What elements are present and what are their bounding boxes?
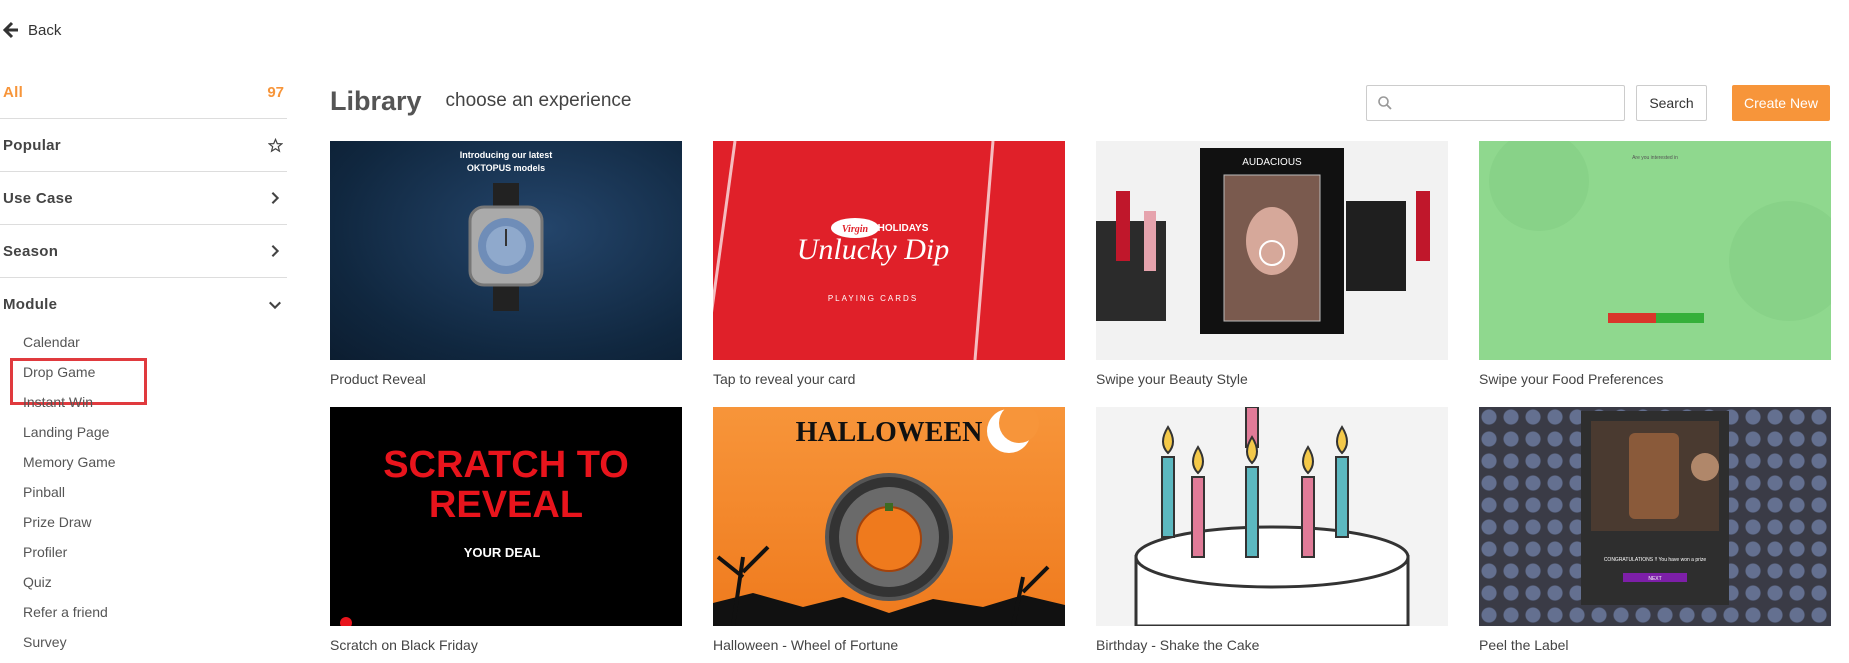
card-thumbnail: Introducing our latest OKTOPUS models [330,141,682,360]
experience-card-halloween-wheel[interactable]: HALLOWEEN Halloween - Wheel of Fortune [713,407,1065,663]
thumb-text: HALLOWEEN [796,417,983,448]
experience-card-shake-the-cake[interactable]: Birthday - Shake the Cake [1096,407,1448,663]
sidebar-item-popular[interactable]: Popular [0,119,287,172]
thumb-text: CONGRATULATIONS !! You have won a prize [1604,557,1707,563]
card-title: Peel the Label [1479,637,1569,653]
module-item-pinball[interactable]: Pinball [23,477,287,507]
card-title: Birthday - Shake the Cake [1096,637,1260,653]
experience-card-peel-the-label[interactable]: CONGRATULATIONS !! You have won a prize … [1479,407,1831,663]
card-title: Product Reveal [330,371,426,387]
back-label: Back [28,21,62,39]
experience-card-beauty-style[interactable]: AUDACIOUS Swipe your Beauty Style [1096,141,1448,407]
thumb-text: NEXT [1648,576,1661,582]
thumb-text: Are you interested in [1632,155,1678,161]
sidebar-item-label: All [3,83,24,101]
module-item-profiler[interactable]: Profiler [23,537,287,567]
sidebar-item-module[interactable]: Module [0,278,287,331]
module-item-landing-page[interactable]: Landing Page [23,417,287,447]
experience-card-tap-to-reveal[interactable]: Virgin HOLIDAYS Unlucky Dip PLAYING CARD… [713,141,1065,407]
thumb-text: OKTOPUS models [467,163,545,173]
card-title: Swipe your Beauty Style [1096,371,1248,387]
card-thumbnail: Are you interested in [1479,141,1831,360]
module-item-quiz[interactable]: Quiz [23,567,287,597]
sidebar-item-label: Season [3,242,59,260]
sidebar-item-label: Popular [3,136,61,154]
thumb-text: SCRATCH TO [383,444,629,486]
experience-card-product-reveal[interactable]: Introducing our latest OKTOPUS models Pr… [330,141,682,407]
module-item-refer-a-friend[interactable]: Refer a friend [23,597,287,627]
sidebar-item-season[interactable]: Season [0,225,287,278]
page-title: Library [330,85,422,116]
card-thumbnail: HALLOWEEN [713,407,1065,626]
chevron-right-icon [266,189,284,207]
thumb-text: REVEAL [429,484,583,526]
module-item-drop-game[interactable]: Drop Game [10,357,287,405]
experience-grid: Introducing our latest OKTOPUS models Pr… [330,141,1831,663]
search-input[interactable] [1399,88,1624,118]
card-thumbnail: CONGRATULATIONS !! You have won a prize … [1479,407,1831,626]
count-badge: 97 [267,83,284,101]
search-button[interactable]: Search [1636,85,1707,121]
sidebar: All 97 Popular Use Case Season Module Ca… [0,66,287,657]
module-item-prize-draw[interactable]: Prize Draw [23,507,287,537]
card-thumbnail: SCRATCH TO REVEAL YOUR DEAL [330,407,682,626]
card-title: Scratch on Black Friday [330,637,478,653]
search-box [1366,85,1625,121]
thumb-text: Introducing our latest [460,150,553,160]
library-main: Library choose an experience Search Crea… [330,72,1831,653]
module-list: Calendar Drop Game Instant Win Landing P… [0,327,287,657]
module-item-memory-game[interactable]: Memory Game [23,447,287,477]
thumb-text: YOUR DEAL [464,545,541,560]
experience-card-food-preferences[interactable]: Are you interested in Swipe your Food Pr… [1479,141,1831,407]
sidebar-item-label: Module [3,296,58,313]
arrow-left-icon [2,21,18,39]
page-subtitle: choose an experience [445,90,632,111]
sidebar-item-label: Use Case [3,189,73,207]
sidebar-item-use-case[interactable]: Use Case [0,172,287,225]
back-link[interactable]: Back [0,19,61,41]
chevron-right-icon [266,242,284,260]
create-new-button[interactable]: Create New [1732,85,1830,121]
experience-card-scratch-black-friday[interactable]: SCRATCH TO REVEAL YOUR DEAL Scratch on B… [330,407,682,663]
thumb-text: PLAYING CARDS [828,294,918,303]
card-title: Swipe your Food Preferences [1479,371,1664,387]
module-item-calendar[interactable]: Calendar [23,327,287,357]
chevron-down-icon [266,296,284,314]
module-item-instant-win[interactable]: Instant Win [23,387,287,417]
card-thumbnail: Virgin HOLIDAYS Unlucky Dip PLAYING CARD… [713,141,1065,360]
thumb-text: AUDACIOUS [1242,157,1302,168]
sidebar-item-all[interactable]: All 97 [0,66,287,119]
card-thumbnail [1096,407,1448,626]
card-title: Tap to reveal your card [713,371,856,387]
star-icon [266,136,284,154]
card-thumbnail: AUDACIOUS [1096,141,1448,360]
card-title: Halloween - Wheel of Fortune [713,637,899,653]
thumb-text: Unlucky Dip [797,233,949,266]
search-icon [1378,96,1392,110]
module-item-survey[interactable]: Survey [23,627,287,657]
